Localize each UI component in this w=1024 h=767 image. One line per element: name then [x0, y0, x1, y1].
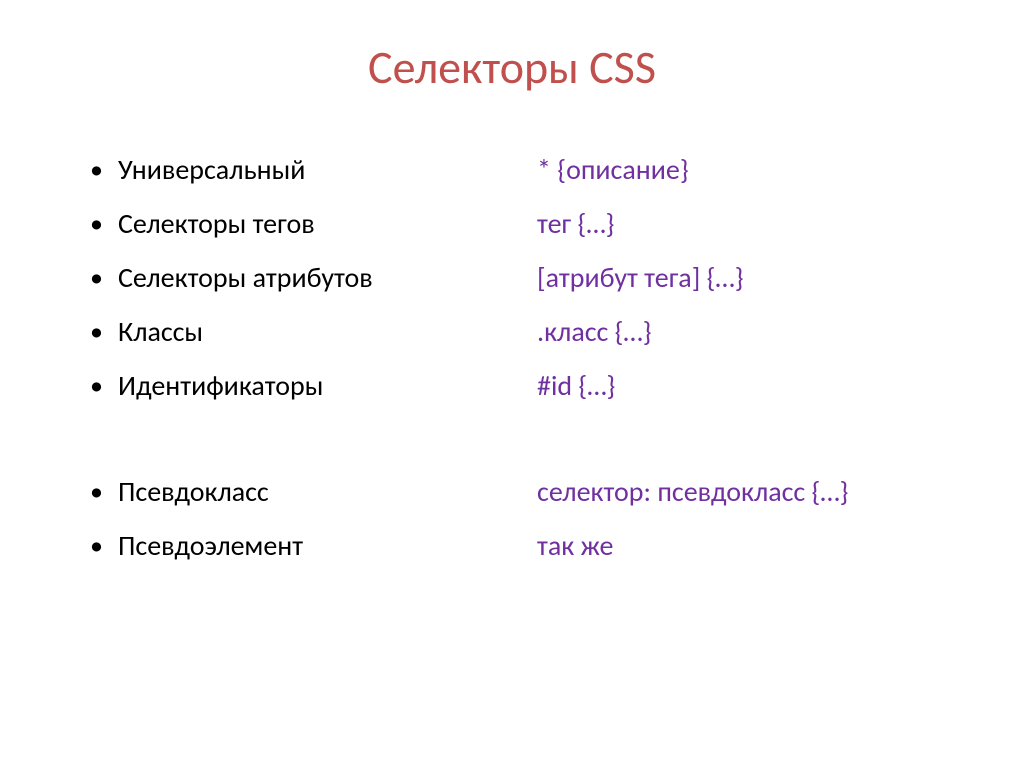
slide-title: Селекторы CSS: [60, 40, 964, 96]
content-columns: Универсальный Селекторы тегов Селекторы …: [60, 156, 964, 586]
example-item: * {описание}: [537, 156, 964, 184]
example-item: [атрибут тега] {…}: [537, 264, 964, 292]
example-item: .класс {…}: [537, 318, 964, 346]
example-item: селектор: псевдокласс {…}: [537, 478, 964, 506]
list-item: Классы: [90, 318, 517, 346]
list-gap: [90, 426, 517, 478]
example-item: #id {…}: [537, 372, 964, 400]
list-item: Универсальный: [90, 156, 517, 184]
list-item: Идентификаторы: [90, 372, 517, 400]
list-gap: [537, 426, 964, 478]
example-item: тег {…}: [537, 210, 964, 238]
list-item: Селекторы тегов: [90, 210, 517, 238]
list-item: Псевдокласс: [90, 478, 517, 506]
selector-examples-list: * {описание} тег {…} [атрибут тега] {…} …: [537, 156, 964, 400]
pseudo-types-list: Псевдокласс Псевдоэлемент: [90, 478, 517, 560]
list-item: Селекторы атрибутов: [90, 264, 517, 292]
pseudo-examples-list: селектор: псевдокласс {…} так же: [537, 478, 964, 560]
left-column: Универсальный Селекторы тегов Селекторы …: [60, 156, 517, 586]
right-column: * {описание} тег {…} [атрибут тега] {…} …: [527, 156, 964, 586]
selector-types-list: Универсальный Селекторы тегов Селекторы …: [90, 156, 517, 400]
example-item: так же: [537, 532, 964, 560]
list-item: Псевдоэлемент: [90, 532, 517, 560]
